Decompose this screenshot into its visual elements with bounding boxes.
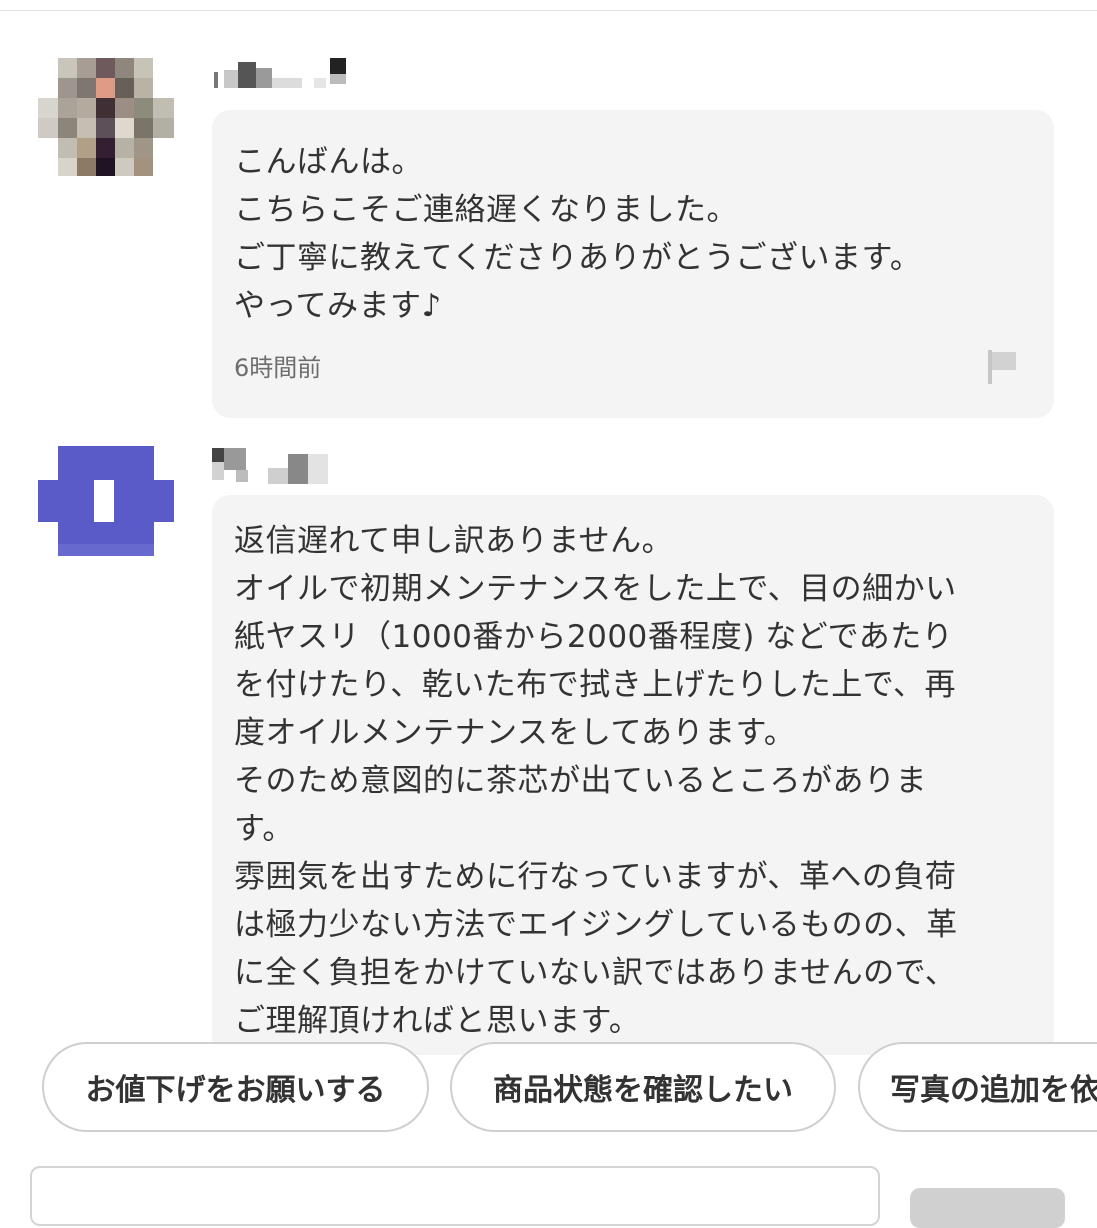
message-text: 返信遅れて申し訳ありません。 オイルで初期メンテナンスをした上で、目の細かい 紙… (234, 517, 1044, 1045)
message-line: に全く負担をかけていない訳ではありませんので、 (234, 955, 957, 991)
message-line: オイルで初期メンテナンスをした上で、目の細かい (234, 571, 957, 607)
message-line: そのため意図的に茶芯が出ているところがありま (234, 763, 927, 799)
message-line: す。 (234, 811, 294, 847)
message-line: 度オイルメンテナンスをしてあります。 (234, 715, 796, 751)
message-text: こんばんは。 こちらこそご連絡遅くなりました。 ご丁寧に教えてくださりありがとう… (234, 138, 1044, 330)
message-line: は極力少ない方法でエイジングしているものの、革 (234, 907, 958, 943)
message-input[interactable] (30, 1166, 880, 1226)
message-line: 雰囲気を出すために行なっていますが、革への負荷 (234, 859, 957, 895)
username-redacted (212, 448, 330, 486)
quick-reply-price-request[interactable]: お値下げをお願いする (42, 1042, 429, 1132)
send-button[interactable] (910, 1188, 1065, 1228)
message-line: を付けたり、乾いた布で拭き上げたりした上で、再 (234, 667, 957, 703)
message-line: 紙ヤスリ（1000番から2000番程度) などであたり (234, 619, 954, 655)
username-redacted (214, 58, 348, 88)
quick-reply-bar: お値下げをお願いする 商品状態を確認したい 写真の追加を依 (0, 1030, 1097, 1150)
message-bubble: 返信遅れて申し訳ありません。 オイルで初期メンテナンスをした上で、目の細かい 紙… (212, 495, 1054, 1055)
flag-icon[interactable] (984, 346, 1020, 386)
quick-reply-add-photos[interactable]: 写真の追加を依 (858, 1042, 1097, 1132)
message-timestamp: 6時間前 (234, 354, 322, 382)
message-line: 返信遅れて申し訳ありません。 (234, 523, 674, 559)
message-line: こちらこそご連絡遅くなりました。 (234, 192, 738, 228)
avatar[interactable] (38, 58, 174, 176)
pixelated-photo-avatar-image (38, 58, 174, 176)
top-divider (0, 10, 1097, 11)
message-line: やってみます♪ (234, 288, 442, 324)
message-bubble: こんばんは。 こちらこそご連絡遅くなりました。 ご丁寧に教えてくださりありがとう… (212, 110, 1054, 418)
pixelated-default-avatar-image (38, 446, 174, 556)
quick-reply-condition-check[interactable]: 商品状態を確認したい (450, 1042, 836, 1132)
message-line: こんばんは。 (234, 144, 423, 180)
avatar[interactable] (38, 440, 174, 562)
message-line: ご丁寧に教えてくださりありがとうございます。 (234, 240, 922, 276)
